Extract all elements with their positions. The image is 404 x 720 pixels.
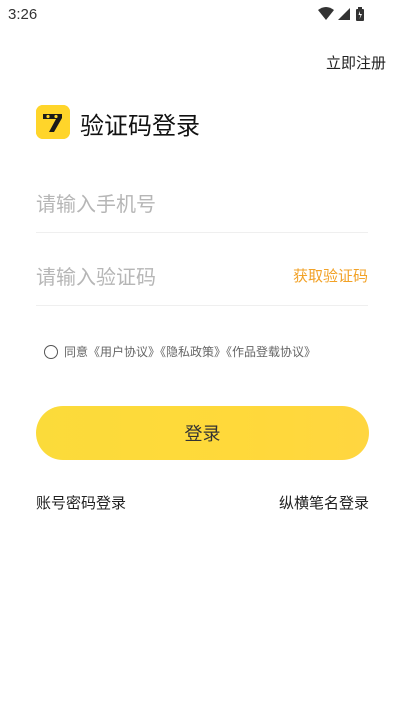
agree-radio[interactable]: [44, 344, 58, 359]
status-time: 3:26: [8, 6, 38, 23]
verification-code-field[interactable]: 请输入验证码 获取验证码: [36, 245, 368, 306]
wifi-icon: [318, 7, 334, 20]
code-input-placeholder[interactable]: 请输入验证码: [36, 261, 156, 290]
status-bar: 3:26: [0, 0, 404, 30]
agree-prefix: 同意: [64, 345, 89, 359]
phone-input-placeholder[interactable]: 请输入手机号: [36, 188, 156, 217]
status-icons: [316, 6, 376, 24]
cellular-signal-icon: [338, 8, 350, 20]
login-button[interactable]: 登录: [36, 406, 369, 460]
phone-field[interactable]: 请输入手机号: [36, 172, 368, 233]
app-logo-icon: [36, 105, 70, 139]
publishing-agreement-link[interactable]: 《作品登载协议》: [226, 345, 316, 359]
pen-name-login-link[interactable]: 纵横笔名登录: [279, 492, 369, 513]
privacy-policy-link[interactable]: 《隐私政策》: [160, 345, 226, 359]
agreement-row: 同意《用户协议》《隐私政策》《作品登载协议》: [44, 343, 374, 363]
register-link[interactable]: 立即注册: [326, 52, 386, 73]
battery-icon: [356, 7, 364, 21]
password-login-link[interactable]: 账号密码登录: [36, 492, 126, 513]
user-agreement-link[interactable]: 《用户协议》: [88, 345, 160, 359]
get-code-button[interactable]: 获取验证码: [293, 265, 368, 286]
page-title: 验证码登录: [80, 112, 200, 140]
